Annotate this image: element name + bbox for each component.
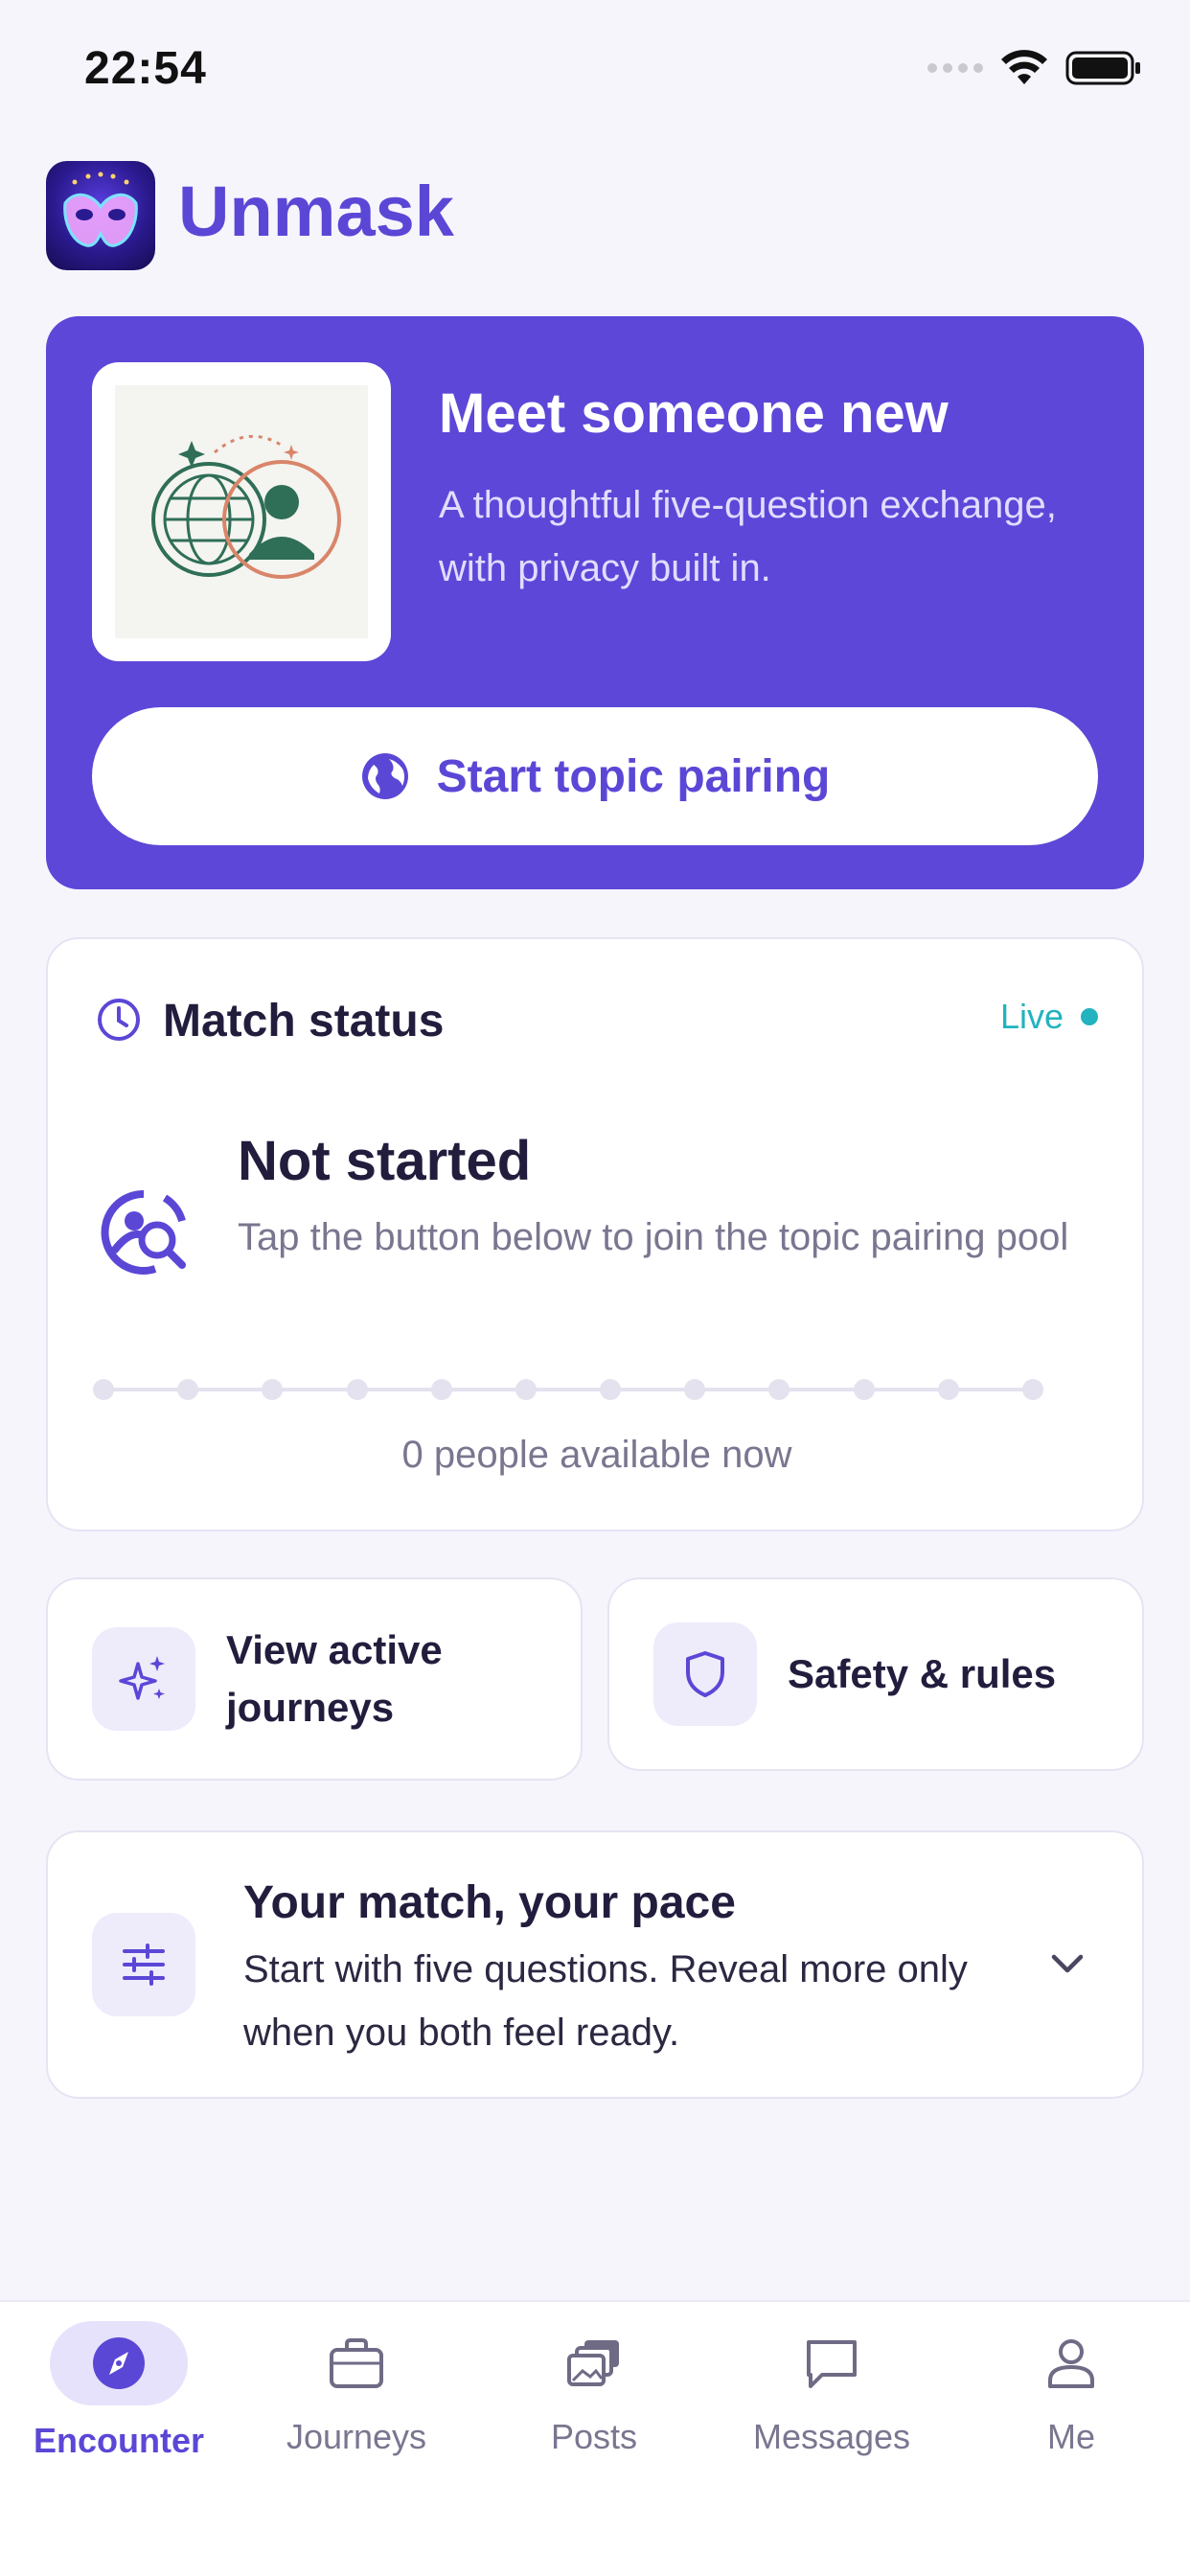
tab-encounter[interactable]: Encounter — [0, 2321, 238, 2461]
stacked-photos-icon — [567, 2340, 619, 2386]
globe-icon — [361, 753, 408, 799]
live-label: Live — [999, 997, 1064, 1036]
live-indicator: Live — [1000, 997, 1098, 1037]
status-icons — [927, 50, 1142, 86]
progress-dot — [600, 1379, 622, 1400]
progress-track — [103, 1388, 1033, 1392]
tab-journeys-label: Journeys — [286, 2417, 427, 2456]
progress-dot — [1022, 1379, 1043, 1400]
start-topic-pairing-button[interactable]: Start topic pairing — [92, 707, 1098, 845]
pace-subtitle: Start with five questions. Reveal more o… — [243, 1948, 968, 2054]
tab-messages[interactable]: Messages — [713, 2321, 950, 2457]
chat-bubble-icon — [807, 2340, 857, 2388]
progress-dot — [768, 1379, 790, 1400]
status-state-subtitle: Tap the button below to join the topic p… — [238, 1216, 1069, 1258]
progress-dot — [430, 1379, 452, 1400]
progress-dot — [684, 1379, 706, 1400]
app-logo — [46, 161, 155, 270]
tab-posts[interactable]: Posts — [475, 2321, 713, 2457]
safety-rules-label: Safety & rules — [788, 1651, 1057, 1696]
tab-encounter-label: Encounter — [33, 2421, 204, 2460]
hero-title: Meet someone new — [439, 382, 949, 445]
pace-title: Your match, your pace — [243, 1877, 736, 1928]
app-name: Unmask — [178, 172, 454, 251]
hero-illustration — [92, 362, 391, 661]
tab-encounter-pill — [50, 2321, 188, 2405]
tab-bar: Encounter Journeys Posts Messages Me — [0, 2300, 1190, 2576]
status-time: 22:54 — [84, 43, 207, 94]
safety-rules-button[interactable]: Safety & rules — [607, 1577, 1144, 1771]
hero-card: Meet someone new A thoughtful five-quest… — [46, 316, 1144, 889]
sliders-icon — [92, 1913, 195, 2016]
search-person-icon — [101, 1189, 186, 1275]
tab-posts-label: Posts — [550, 2417, 638, 2456]
available-count: 0 people available now — [401, 1434, 792, 1476]
battery-icon — [1065, 51, 1140, 85]
chevron-down-icon[interactable] — [1048, 1949, 1087, 1978]
compass-icon — [93, 2337, 145, 2389]
tab-journeys[interactable]: Journeys — [238, 2321, 475, 2457]
progress-dot — [937, 1379, 959, 1400]
progress-dot — [177, 1379, 199, 1400]
tab-me[interactable]: Me — [952, 2321, 1190, 2457]
sparkles-icon — [92, 1627, 195, 1731]
progress-dot — [515, 1379, 537, 1400]
status-state-title: Not started — [238, 1130, 532, 1192]
progress-dot — [262, 1379, 284, 1400]
progress-dot — [853, 1379, 875, 1400]
cta-label: Start topic pairing — [436, 750, 831, 802]
hero-subtitle: A thoughtful five-question exchange, wit… — [439, 484, 1057, 589]
match-status-card: Match status Live Not started Tap the bu… — [46, 937, 1144, 1531]
match-status-title: Match status — [163, 996, 445, 1046]
clock-icon — [98, 999, 140, 1041]
progress-dot — [346, 1379, 368, 1400]
shield-icon — [653, 1622, 757, 1726]
view-active-journeys-button[interactable]: View active journeys — [46, 1577, 583, 1781]
tab-messages-label: Messages — [752, 2417, 911, 2456]
live-dot — [1081, 1008, 1098, 1025]
wifi-icon — [1001, 50, 1047, 84]
progress-dot — [93, 1379, 114, 1400]
tab-me-label: Me — [1046, 2417, 1095, 2456]
view-active-journeys-label: View active journeys — [226, 1627, 443, 1730]
signal-dots-icon — [927, 63, 983, 73]
pace-card[interactable]: Your match, your pace Start with five qu… — [46, 1830, 1144, 2099]
person-icon — [1048, 2339, 1094, 2388]
briefcase-icon — [330, 2338, 383, 2388]
